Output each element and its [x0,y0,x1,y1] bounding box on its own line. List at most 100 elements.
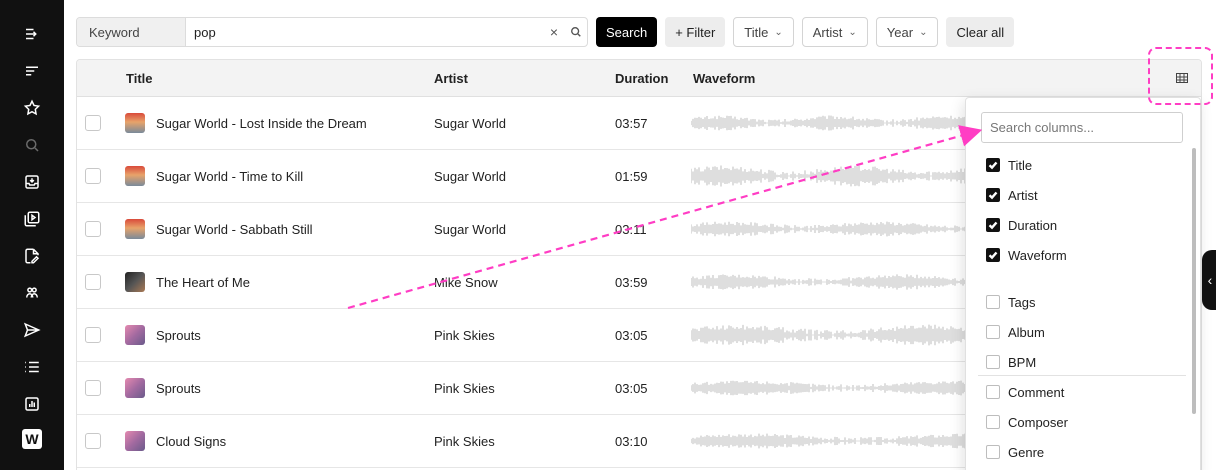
column-header-duration[interactable]: Duration [615,71,668,86]
album-art-thumbnail [125,272,145,292]
column-option-checkbox[interactable] [986,158,1000,172]
column-option-bpm[interactable]: BPM [986,352,1036,372]
title-dropdown[interactable]: Title ⌄ [733,17,794,47]
column-option-checkbox[interactable] [986,385,1000,399]
column-option-checkbox[interactable] [986,248,1000,262]
search-button[interactable]: Search [596,17,658,47]
waveform-graphic[interactable] [691,324,967,346]
track-title: Cloud Signs [156,433,227,449]
column-option-checkbox[interactable] [986,218,1000,232]
search-toolbar: Keyword × Search + Filter Title ⌄ Artist… [76,17,1216,47]
filter-button[interactable]: + Filter [665,17,726,47]
column-option-checkbox[interactable] [986,295,1000,309]
column-header-artist[interactable]: Artist [434,71,468,86]
artist-dropdown[interactable]: Artist ⌄ [801,17,868,47]
track-artist: Mike Snow [434,274,498,290]
star-icon[interactable] [20,96,44,120]
row-checkbox[interactable] [85,274,101,290]
w-logo-icon[interactable]: W [22,429,42,449]
album-art-thumbnail [125,113,145,133]
year-dropdown-label: Year [886,24,914,40]
column-option-title[interactable]: Title [986,155,1032,175]
column-option-label: Title [1008,157,1033,173]
track-artist: Pink Skies [434,380,495,396]
column-option-artist[interactable]: Artist [986,185,1038,205]
annotation-highlight-box [1148,47,1213,105]
waveform-graphic[interactable] [691,377,967,399]
search-columns-input[interactable] [981,112,1183,143]
chevron-left-icon: ‹ [1207,272,1213,288]
track-duration: 03:59 [615,274,648,290]
track-duration: 03:05 [615,327,648,343]
waveform-graphic[interactable] [691,218,967,240]
collapse-panel-tab[interactable]: ‹ [1202,250,1216,310]
column-option-checkbox[interactable] [986,355,1000,369]
row-checkbox[interactable] [85,327,101,343]
column-option-label: Genre [1008,444,1045,460]
album-art-thumbnail [125,378,145,398]
list-icon[interactable] [20,355,44,379]
sort-lines-icon[interactable] [20,59,44,83]
row-checkbox[interactable] [85,115,101,131]
clear-keyword-icon[interactable]: × [543,18,565,46]
column-header-waveform[interactable]: Waveform [693,71,755,86]
column-option-waveform[interactable]: Waveform [986,245,1067,265]
column-option-label: Duration [1008,217,1058,233]
column-option-tags[interactable]: Tags [986,292,1035,312]
album-art-thumbnail [125,219,145,239]
clear-all-button[interactable]: Clear all [946,17,1015,47]
search-icon[interactable] [565,18,587,46]
expand-sidebar-icon[interactable] [20,22,44,46]
column-picker-scrollbar[interactable] [1192,148,1196,414]
waveform-graphic[interactable] [691,271,967,293]
waveform-graphic[interactable] [691,430,967,452]
community-icon[interactable] [20,281,44,305]
row-checkbox[interactable] [85,380,101,396]
keyword-input[interactable] [186,18,543,46]
row-checkbox[interactable] [85,221,101,237]
column-option-label: BPM [1008,354,1037,370]
track-title: The Heart of Me [156,274,250,290]
search-icon[interactable] [20,133,44,157]
row-checkbox[interactable] [85,433,101,449]
column-option-checkbox[interactable] [986,415,1000,429]
year-dropdown[interactable]: Year ⌄ [875,17,939,47]
column-option-duration[interactable]: Duration [986,215,1057,235]
track-title: Sugar World - Time to Kill [156,168,304,184]
column-option-checkbox[interactable] [986,325,1000,339]
chevron-down-icon: ⌄ [774,26,783,38]
column-option-comment[interactable]: Comment [986,382,1064,402]
track-duration: 03:11 [615,221,647,237]
column-option-label: Tags [1008,294,1036,310]
keyword-label: Keyword [77,18,186,46]
inbox-icon[interactable] [20,170,44,194]
column-option-label: Album [1008,324,1045,340]
table-header: Title Artist Duration Waveform [77,60,1201,97]
column-picker-dropdown: Title Artist Duration Waveform Tags Album BPM C… [965,97,1201,470]
waveform-graphic[interactable] [691,112,967,134]
track-duration: 03:05 [615,380,648,396]
track-artist: Sugar World [434,221,507,237]
sidebar: W [0,0,64,470]
track-title: Sugar World - Lost Inside the Dream [156,115,367,131]
track-artist: Pink Skies [434,433,495,449]
track-artist: Sugar World [434,115,507,131]
row-checkbox[interactable] [85,168,101,184]
track-duration: 03:57 [615,115,648,131]
send-icon[interactable] [20,318,44,342]
column-option-album[interactable]: Album [986,322,1045,342]
playlist-icon[interactable] [20,207,44,231]
column-header-title[interactable]: Title [126,71,153,86]
chart-icon[interactable] [20,392,44,416]
track-title: Sprouts [156,380,201,396]
waveform-graphic[interactable] [691,165,967,187]
column-option-checkbox[interactable] [986,445,1000,459]
column-option-composer[interactable]: Composer [986,412,1068,432]
track-duration: 03:10 [615,433,648,449]
column-option-label: Comment [1008,384,1065,400]
edit-file-icon[interactable] [20,244,44,268]
column-option-checkbox[interactable] [986,188,1000,202]
track-duration: 01:59 [615,168,648,184]
column-option-label: Waveform [1008,247,1067,263]
column-option-genre[interactable]: Genre [986,442,1044,462]
